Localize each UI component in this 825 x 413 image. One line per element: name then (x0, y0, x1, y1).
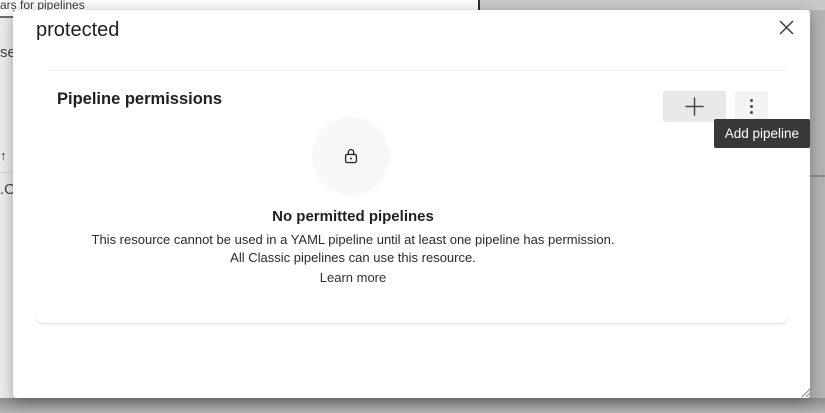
background-text-fragment: .O (0, 181, 13, 198)
background-text-fragment: ↑ (0, 148, 7, 163)
resize-grip-icon (798, 384, 812, 398)
more-options-button[interactable] (735, 91, 768, 122)
add-pipeline-button[interactable] (663, 91, 726, 122)
header-divider (48, 70, 787, 71)
section-heading: Pipeline permissions (57, 90, 222, 109)
background-text-fragment: se (0, 44, 13, 61)
background-right-divider (810, 175, 825, 177)
empty-state-line2: All Classic pipelines can use this resou… (36, 249, 670, 267)
background-bottom-strip (0, 398, 825, 413)
empty-state-icon-circle (312, 117, 390, 195)
learn-more-link[interactable]: Learn more (320, 269, 386, 287)
screen: ars for pipelines se ↑ .O protected Pipe… (0, 0, 825, 413)
close-icon (779, 20, 794, 35)
dialog-title: protected (36, 17, 119, 43)
background-left-header-edge (0, 10, 13, 18)
empty-state-line1: This resource cannot be used in a YAML p… (36, 231, 670, 249)
background-left-strip: se ↑ .O (0, 10, 13, 413)
resize-handle[interactable] (798, 384, 812, 398)
background-right-strip (810, 10, 825, 413)
empty-state-title: No permitted pipelines (36, 207, 670, 227)
pipeline-permissions-dialog: protected Pipeline permissions Add pipel… (13, 10, 810, 398)
card-bottom-edge (36, 315, 787, 324)
kebab-icon (750, 99, 753, 114)
close-button[interactable] (774, 15, 798, 39)
empty-state: No permitted pipelines This resource can… (36, 207, 670, 287)
lock-icon (342, 147, 360, 165)
background-left-divider (0, 172, 13, 173)
plus-icon (685, 97, 704, 116)
add-pipeline-tooltip: Add pipeline (714, 119, 810, 148)
